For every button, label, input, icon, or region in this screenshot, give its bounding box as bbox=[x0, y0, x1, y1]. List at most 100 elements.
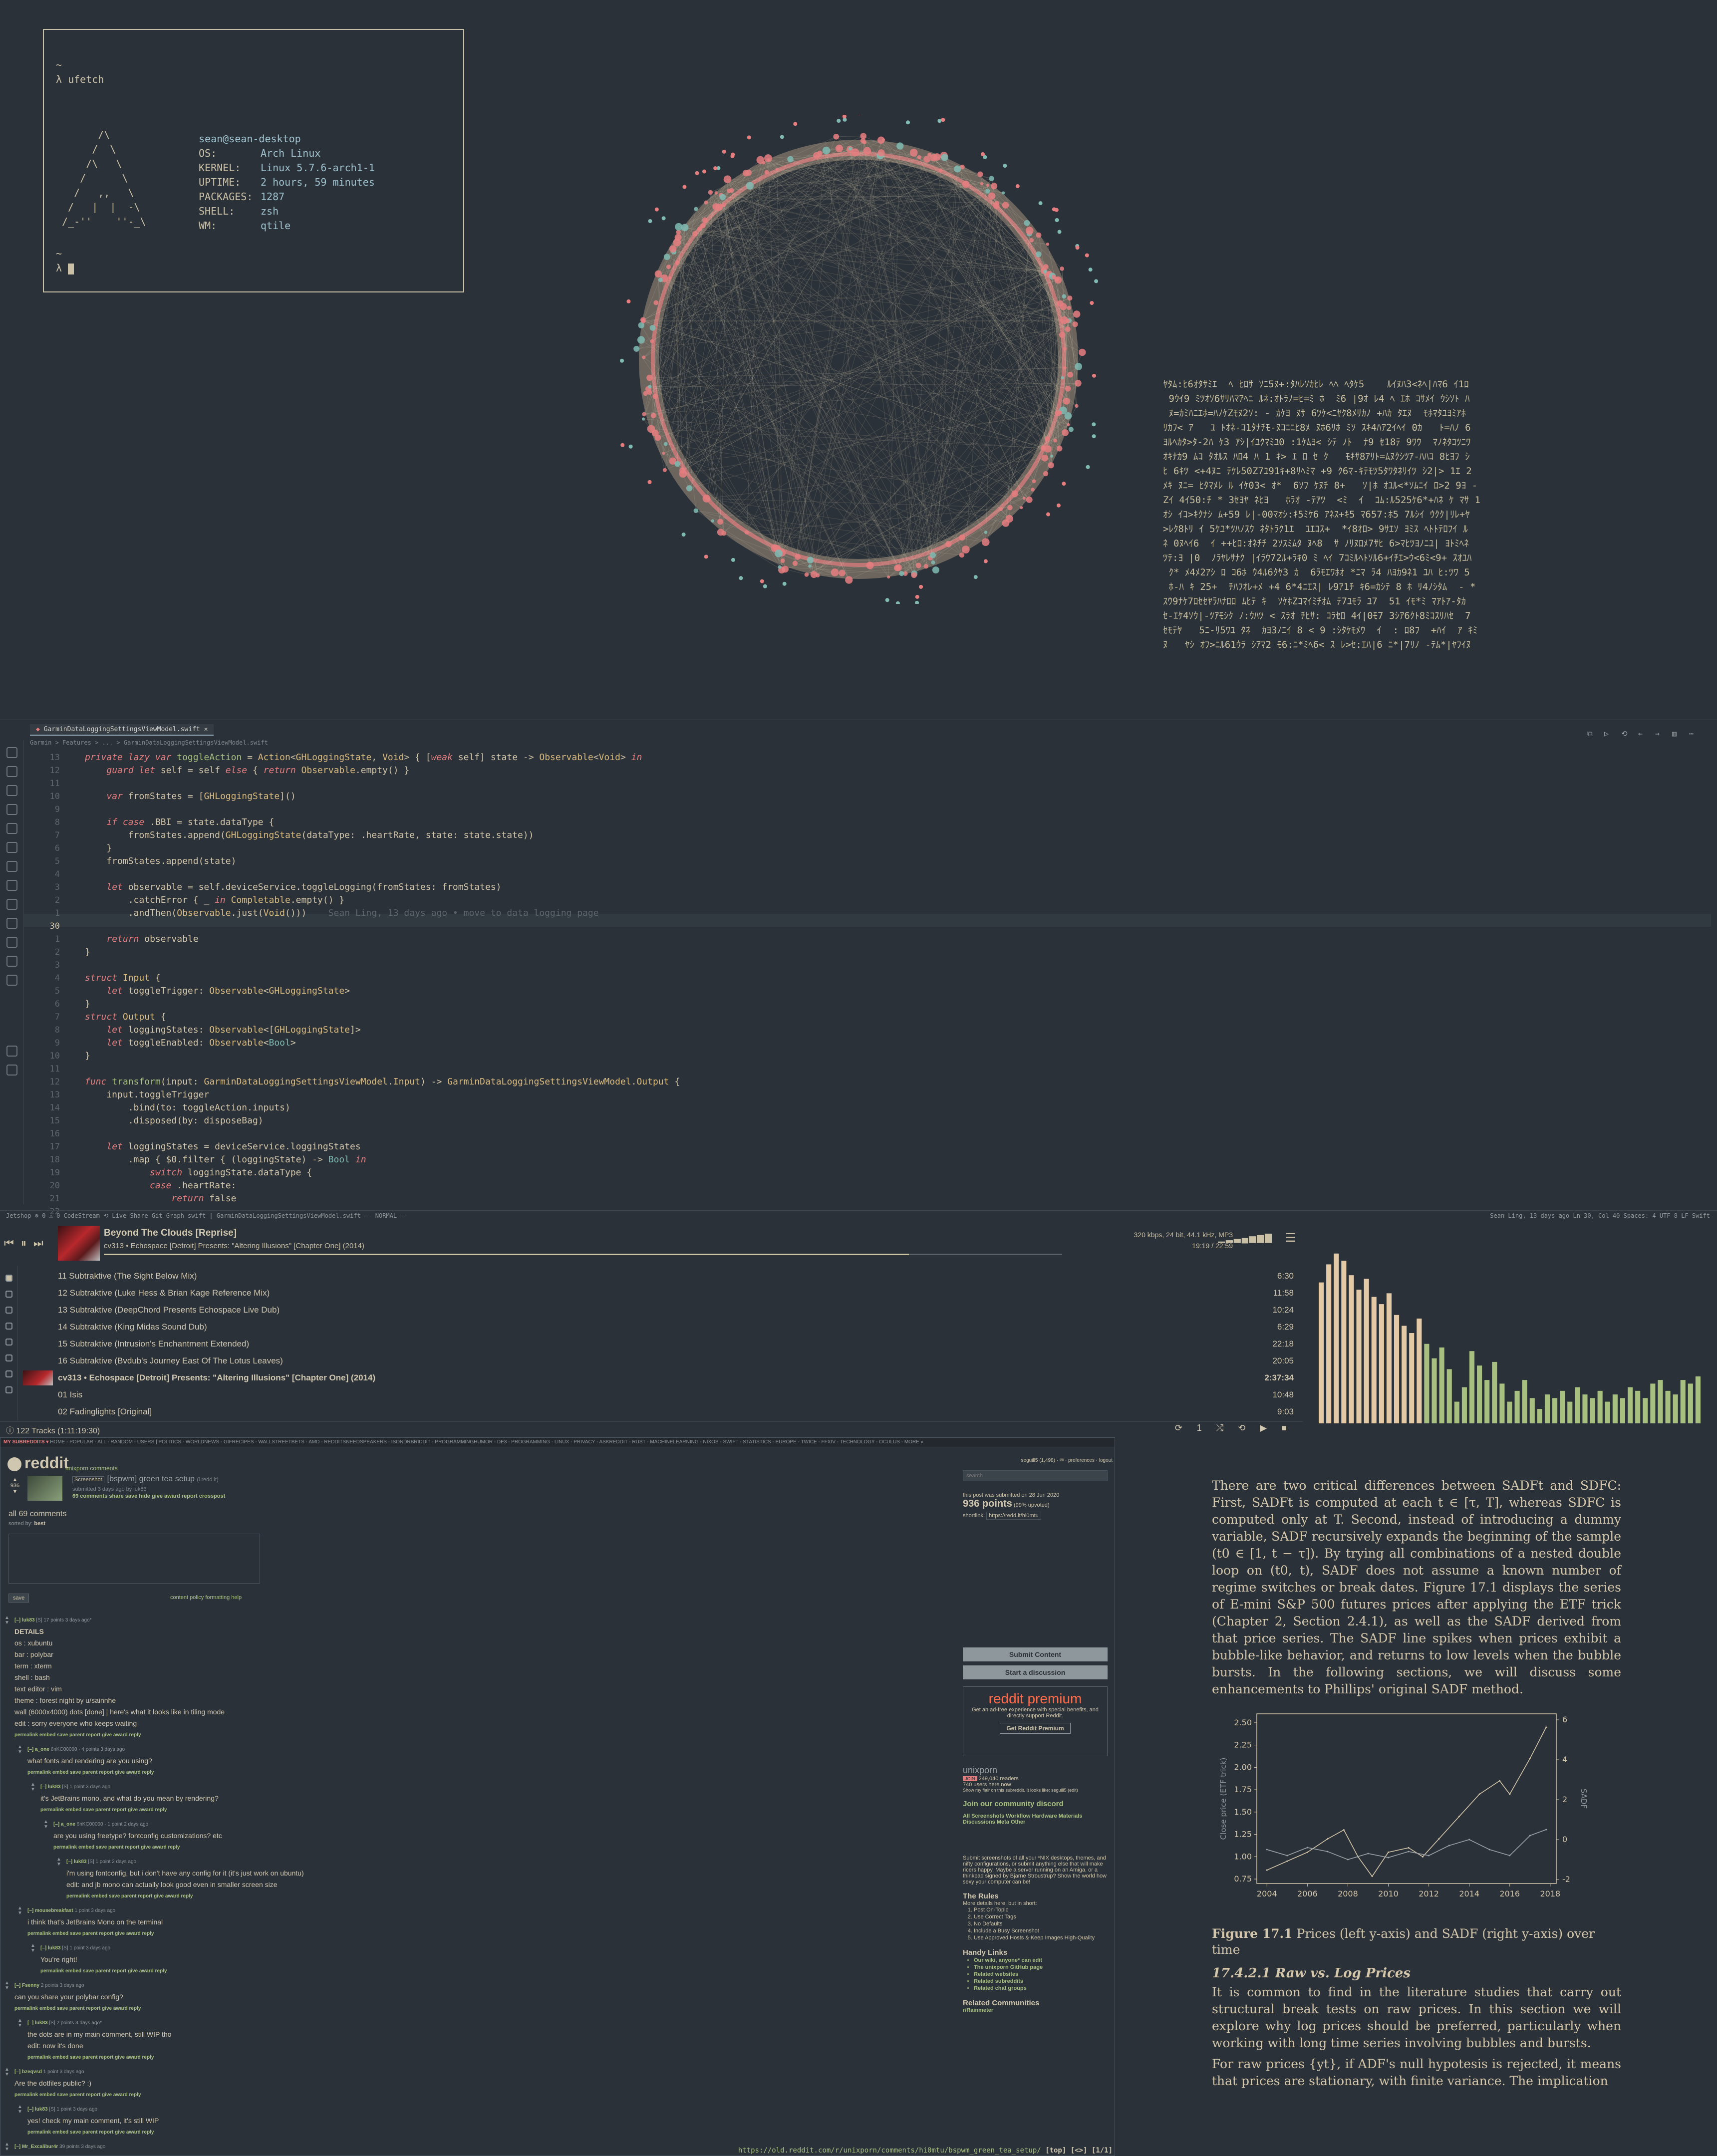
menu-icon[interactable]: ☰ bbox=[1285, 1231, 1296, 1245]
test-icon[interactable] bbox=[6, 975, 17, 986]
comment-actions[interactable]: permalink embed save parent report give … bbox=[14, 1729, 954, 1741]
my-subreddits-dropdown[interactable]: MY SUBREDDITS ▾ bbox=[3, 1439, 48, 1445]
comment-actions[interactable]: permalink embed save parent report give … bbox=[14, 2089, 954, 2101]
vote-arrows-icon[interactable]: ▲ ▼ bbox=[4, 1616, 9, 1625]
docker-icon[interactable] bbox=[6, 956, 17, 967]
subreddit-tabs[interactable]: unixporn comments bbox=[65, 1465, 118, 1472]
pause-icon[interactable]: ⏸ bbox=[21, 1237, 33, 1249]
layout-icon[interactable]: ▥ bbox=[1672, 729, 1677, 738]
track-row[interactable]: 13 Subtraktive (DeepChord Presents Echos… bbox=[23, 1302, 1301, 1319]
handy-link[interactable]: Related websites bbox=[974, 1971, 1113, 1978]
comment-author[interactable]: [–] luk83 bbox=[40, 1945, 61, 1951]
extensions-icon[interactable] bbox=[6, 823, 17, 834]
post-title[interactable]: Screenshot [bspwm] green tea setup (i.red… bbox=[72, 1475, 219, 1484]
run-icon[interactable]: ▷ bbox=[1604, 729, 1609, 738]
reddit-browser-window[interactable]: MY SUBREDDITS ▾ HOME - POPULAR - ALL - R… bbox=[0, 1437, 1115, 2156]
split-editor-icon[interactable]: ⧉ bbox=[1587, 729, 1593, 738]
subreddit-name[interactable]: unixporn bbox=[963, 1765, 1113, 1776]
comment-textarea[interactable] bbox=[8, 1534, 260, 1584]
track-row[interactable]: 12 Subtraktive (Luke Hess & Brian Kage R… bbox=[23, 1285, 1301, 1302]
footer-controls[interactable]: ⟳ 1 ⤮ ⟲ ▶ ■ bbox=[1175, 1423, 1293, 1433]
vote-arrows-icon[interactable]: ▲ ▼ bbox=[4, 2142, 9, 2152]
track-row[interactable]: 11 Subtraktive (The Sight Below Mix) 6:30 bbox=[23, 1268, 1301, 1285]
comment-author[interactable]: [–] luk83 bbox=[27, 2020, 48, 2026]
comment-author[interactable]: [–] luk83 bbox=[40, 1784, 61, 1790]
music-note-icon[interactable] bbox=[5, 1291, 12, 1298]
shortlink-field[interactable]: https://redd.it/hi0mtu bbox=[986, 1512, 1041, 1520]
save-button[interactable]: save bbox=[8, 1594, 29, 1603]
seek-bar[interactable] bbox=[104, 1254, 1062, 1255]
start-discussion-button[interactable]: Start a discussion bbox=[963, 1665, 1108, 1679]
sort-value[interactable]: best bbox=[34, 1521, 45, 1527]
post-actions[interactable]: share save hide give award report crossp… bbox=[109, 1493, 225, 1499]
post-thumbnail[interactable] bbox=[27, 1476, 62, 1501]
terminal-window[interactable]: ~ λ ufetch /\ / \ /\ \ / \ / ,, \ / | | … bbox=[43, 29, 464, 292]
content-policy-links[interactable]: content policy formatting help bbox=[170, 1595, 242, 1601]
comment-author[interactable]: [–] Mr_Excalibur4r bbox=[14, 2144, 58, 2150]
search-icon[interactable] bbox=[6, 766, 17, 777]
upvote-icon[interactable]: ▲ bbox=[7, 1477, 22, 1483]
comment-actions[interactable]: permalink embed save parent report give … bbox=[40, 1965, 954, 1977]
device-icon[interactable] bbox=[5, 1370, 12, 1377]
comment-actions[interactable]: permalink embed save parent report give … bbox=[53, 1842, 954, 1853]
code-editor-window[interactable]: ◆ GarminDataLoggingSettingsViewModel.swi… bbox=[0, 720, 1717, 1220]
vote-arrows-icon[interactable]: ▲ ▼ bbox=[4, 1981, 9, 1991]
status-right[interactable]: Sean Ling, 13 days ago Ln 30, Col 40 Spa… bbox=[1490, 1212, 1710, 1219]
source-control-icon[interactable] bbox=[6, 785, 17, 796]
handy-link[interactable]: Related chat groups bbox=[974, 1985, 1113, 1992]
get-premium-button[interactable]: Get Reddit Premium bbox=[1000, 1723, 1071, 1734]
vote-arrows-icon[interactable]: ▲ ▼ bbox=[30, 1943, 35, 1953]
track-row[interactable]: 14 Subtraktive (King Midas Sound Dub) 6:2… bbox=[23, 1319, 1301, 1336]
remote-icon[interactable] bbox=[6, 880, 17, 891]
comment-actions[interactable]: permalink embed save parent report give … bbox=[66, 1890, 954, 1902]
subscribe-button[interactable]: JOIN bbox=[963, 1776, 977, 1781]
close-icon[interactable]: ✕ bbox=[204, 726, 208, 733]
vote-arrows-icon[interactable]: ▲ ▼ bbox=[17, 1745, 22, 1755]
folder-icon[interactable] bbox=[5, 1307, 12, 1314]
forward-icon[interactable]: → bbox=[1655, 729, 1660, 738]
reddit-logo[interactable]: reddit bbox=[7, 1454, 69, 1472]
pdf-document[interactable]: There are two critical differences betwe… bbox=[1212, 1477, 1621, 2156]
more-icon[interactable]: ⋯ bbox=[1689, 729, 1694, 738]
handy-link[interactable]: Our wiki, anyone* can edit bbox=[974, 1957, 1113, 1964]
back-icon[interactable]: ← bbox=[1638, 729, 1643, 738]
terminal-prompt[interactable]: λ bbox=[56, 261, 74, 275]
comment-actions[interactable]: permalink embed save parent report give … bbox=[14, 2003, 954, 2014]
post-title-text[interactable]: [bspwm] green tea setup bbox=[107, 1475, 195, 1483]
url-bar[interactable]: https://old.reddit.com/r/unixporn/commen… bbox=[738, 2147, 1113, 2155]
vote-arrows-icon[interactable]: ▲ ▼ bbox=[17, 1906, 22, 1916]
comment-actions[interactable]: permalink embed save parent report give … bbox=[27, 2052, 954, 2063]
codestream-icon[interactable] bbox=[6, 937, 17, 948]
comment-actions[interactable]: permalink embed save parent report give … bbox=[27, 2127, 954, 2138]
vote-arrows-icon[interactable]: ▲ ▼ bbox=[30, 1782, 35, 1792]
track-row[interactable]: 02 Fadinglights [Original] 9:03 bbox=[23, 1403, 1301, 1420]
breadcrumb[interactable]: Garmin > Features > ... > GarminDataLogg… bbox=[30, 739, 268, 746]
album-icon[interactable] bbox=[5, 1323, 12, 1330]
code-content[interactable]: private lazy var toggleAction = Action<G… bbox=[85, 751, 680, 1205]
volume-icon[interactable]: ▁▂▃▄▅▆▇ bbox=[1218, 1233, 1273, 1243]
album-header-row[interactable]: cv313 • Echospace [Detroit] Presents: "A… bbox=[23, 1369, 1301, 1386]
comment-author[interactable]: [–] mousebreakfast bbox=[27, 1908, 73, 1913]
search-icon[interactable] bbox=[5, 1386, 12, 1393]
previous-icon[interactable]: ⏮ bbox=[4, 1237, 21, 1249]
status-left[interactable]: Jetshop ⊗ 0 ⚠ 0 CodeStream ⟲ Live Share … bbox=[6, 1212, 408, 1219]
url-text[interactable]: https://old.reddit.com/r/unixporn/commen… bbox=[738, 2147, 1041, 2155]
history-icon[interactable]: ⟲ bbox=[1621, 729, 1628, 738]
subreddit-bar[interactable]: HOME - POPULAR - ALL - RANDOM - USERS | … bbox=[50, 1439, 923, 1445]
comment-author[interactable]: [–] a_one bbox=[53, 1822, 75, 1827]
next-icon[interactable]: ⏭ bbox=[33, 1237, 50, 1249]
handy-link[interactable]: The unixporn GitHub page bbox=[974, 1964, 1113, 1971]
vote-arrows-icon[interactable]: ▲ ▼ bbox=[56, 1857, 61, 1867]
comment-author[interactable]: [–] bzeqvsd bbox=[14, 2069, 42, 2075]
bookmark-icon[interactable] bbox=[6, 842, 17, 853]
downvote-icon[interactable]: ▼ bbox=[7, 1489, 22, 1495]
flair-links[interactable]: All Screenshots Workflow Hardware Materi… bbox=[963, 1813, 1113, 1825]
playing-icon[interactable] bbox=[5, 1275, 12, 1282]
post-domain[interactable]: (i.redd.it) bbox=[197, 1477, 218, 1483]
comment-author[interactable]: [–] Fsenny bbox=[14, 1983, 39, 1988]
comment-author[interactable]: [–] luk83 bbox=[14, 1617, 35, 1623]
explorer-icon[interactable] bbox=[6, 747, 17, 758]
post-score[interactable]: ▲ 936 ▼ bbox=[7, 1477, 22, 1495]
search-input[interactable] bbox=[963, 1470, 1108, 1481]
vote-arrows-icon[interactable]: ▲ ▼ bbox=[4, 2067, 9, 2077]
